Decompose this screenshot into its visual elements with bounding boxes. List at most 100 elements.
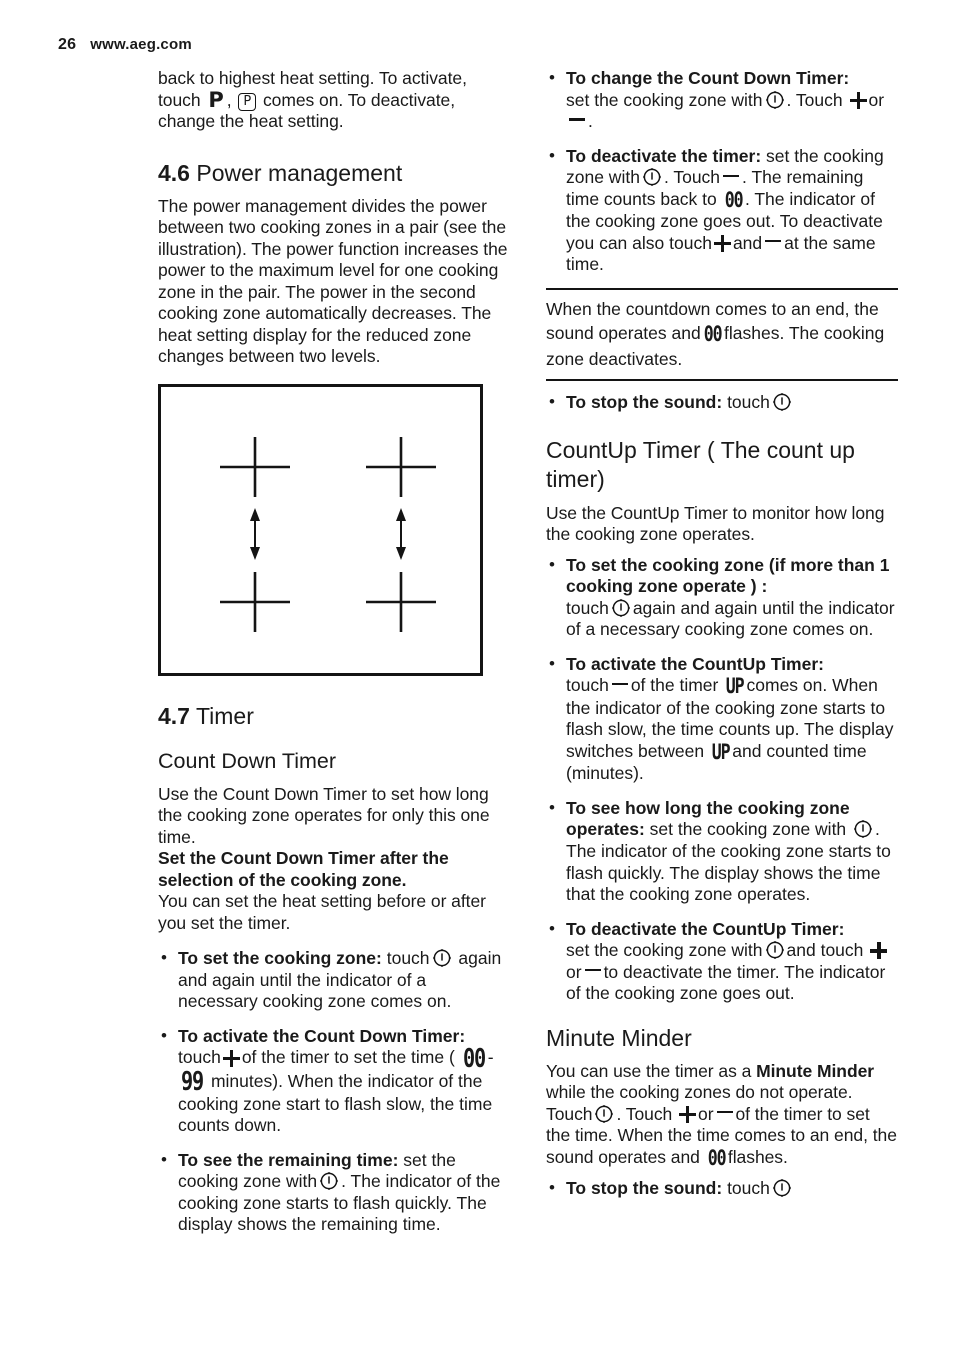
left-column: back to highest heat setting. To activat…: [158, 68, 510, 1236]
bullet-set-cooking-zone-multi: To set the cooking zone (if more than 1 …: [546, 554, 898, 641]
timer-clock-icon: [642, 167, 662, 187]
section-title-4-7: Timer: [195, 702, 254, 729]
bullet-text-2: of the timer: [630, 675, 719, 696]
timer-clock-icon: [765, 90, 785, 110]
timer-clock-icon: [432, 948, 452, 968]
website-url: www.aeg.com: [90, 36, 192, 53]
display-value-zero: 00: [703, 321, 722, 347]
page-header: 26 www.aeg.com: [58, 36, 192, 54]
minute-minder-heading: Minute Minder: [546, 1024, 692, 1051]
bullet-text-5: and: [732, 232, 763, 253]
power-management-paragraph: The power management divides the power b…: [158, 195, 508, 367]
timer-clock-icon: [594, 1104, 614, 1124]
display-value-to: 99: [180, 1067, 204, 1098]
count-up-timer-intro: Use the CountUp Timer to monitor how lon…: [546, 502, 885, 545]
continued-text-part3: comes on. To deactivate, change the heat…: [158, 89, 456, 132]
mm-text-3: . Touch: [616, 1103, 673, 1124]
bullet-label: To see the remaining time:: [178, 1149, 399, 1170]
timer-clock-icon: [853, 819, 873, 839]
power-p-boxed-display-icon: P: [238, 93, 257, 112]
count-up-timer-bullet-list: To set the cooking zone (if more than 1 …: [546, 554, 898, 1005]
bullet-stop-the-sound: To stop the sound: touch: [546, 391, 898, 414]
section-heading-4-7: 4.7 Timer: [158, 702, 510, 730]
display-value-up-2: UP: [711, 740, 731, 765]
bullet-text-1: touch: [566, 597, 609, 618]
bullet-label: To set the cooking zone (if more than 1 …: [566, 554, 890, 597]
section-title-4-6: Power management: [196, 159, 403, 186]
minus-icon: [716, 1105, 733, 1119]
bullet-set-cooking-zone: To set the cooking zone: touch again and…: [158, 947, 510, 1013]
bullet-label: To set the cooking zone:: [178, 948, 382, 969]
count-down-continued-bullet-list: To change the Count Down Timer: set the …: [546, 67, 898, 276]
bullet-text-3: minutes). When the indicator of the cook…: [178, 1070, 493, 1136]
diagram-svg: [220, 436, 436, 632]
minus-icon: [723, 169, 740, 183]
bullet-text-1: set the cooking zone with: [649, 819, 847, 840]
bullet-text-3: or: [566, 961, 582, 982]
mm-text-6: flashes.: [727, 1146, 788, 1167]
count-down-timer-intro: Use the Count Down Timer to set how long…: [158, 783, 490, 847]
right-column: To change the Count Down Timer: set the …: [546, 67, 898, 1200]
timer-clock-icon: [319, 1171, 339, 1191]
bullet-label: To deactivate the timer:: [566, 145, 762, 166]
bullet-text-1: set the cooking zone with: [566, 940, 763, 961]
timer-clock-icon: [611, 598, 631, 618]
bullet-activate-count-down-timer: To activate the Count Down Timer: toucho…: [158, 1025, 510, 1137]
bullet-text: touch: [727, 392, 770, 413]
note-box-text: When the countdown comes to an end, the …: [546, 297, 898, 371]
bullet-deactivate-timer: To deactivate the timer: set the cooking…: [546, 145, 898, 276]
bullet-see-how-long-operates: To see how long the cooking zone operate…: [546, 797, 898, 906]
continued-paragraph: back to highest heat setting. To activat…: [158, 68, 510, 133]
bullet-text-4: .: [588, 111, 593, 132]
bullet-label: To stop the sound:: [566, 392, 723, 413]
bullet-change-count-down-timer: To change the Count Down Timer: set the …: [546, 67, 898, 133]
bullet-text: touch: [727, 1178, 770, 1199]
power-p-symbol-icon: P: [208, 88, 224, 113]
display-value-up: UP: [726, 674, 745, 700]
bullet-text-1: touch: [178, 1047, 221, 1068]
count-down-timer-heading: Count Down Timer: [158, 748, 337, 773]
bullet-deactivate-count-up-timer: To deactivate the CountUp Timer: set the…: [546, 918, 898, 1005]
section-number-4-6: 4.6: [158, 159, 190, 186]
bullet-text-1: touch: [566, 675, 609, 696]
bullet-text-2: . Touch: [663, 167, 721, 188]
timer-clock-icon: [765, 940, 785, 960]
timer-clock-icon: [772, 1178, 792, 1198]
bullet-label: To change the Count Down Timer:: [566, 68, 850, 88]
display-value-zero: 00: [707, 1146, 726, 1171]
bullet-see-remaining-time: To see the remaining time: set the cooki…: [158, 1149, 510, 1236]
bullet-label: To deactivate the CountUp Timer:: [566, 918, 845, 939]
continued-text-part2: ,: [226, 89, 232, 110]
timer-clock-icon: [772, 392, 792, 412]
minus-icon: [765, 234, 782, 248]
bullet-text-3: or: [868, 89, 885, 110]
mm-text-4: or: [698, 1103, 714, 1124]
bullet-label: To stop the sound:: [566, 1178, 723, 1199]
minus-icon: [611, 677, 628, 691]
plus-icon: [222, 1049, 240, 1067]
cooking-zone-pair-diagram: [158, 383, 483, 676]
bullet-label: To activate the Count Down Timer:: [178, 1025, 466, 1046]
count-down-timer-bullet-list: To set the cooking zone: touch again and…: [158, 947, 510, 1236]
plus-icon: [679, 1106, 697, 1124]
bullet-text-4: to deactivate the timer. The indicator o…: [566, 961, 886, 1004]
minute-minder-paragraph: You can use the timer as a Minute Minder…: [546, 1060, 898, 1171]
count-down-timer-bold-note: Set the Count Down Timer after the selec…: [158, 848, 449, 890]
plus-icon: [713, 235, 731, 253]
page-number: 26: [58, 36, 77, 53]
display-value-from: 00: [462, 1044, 486, 1075]
display-value-zero: 00: [724, 187, 743, 213]
plus-icon: [849, 91, 867, 109]
bullet-text-1: set the cooking zone with: [566, 89, 763, 110]
countdown-note-box: When the countdown comes to an end, the …: [546, 287, 898, 381]
bullet-text-before: touch: [386, 948, 430, 969]
section-number-4-7: 4.7: [158, 702, 190, 729]
plus-icon: [870, 942, 888, 960]
bullet-label: To activate the CountUp Timer:: [566, 653, 824, 674]
count-down-timer-after-note: You can set the heat setting before or a…: [158, 891, 486, 933]
count-up-timer-heading: CountUp Timer ( The count up timer): [546, 436, 855, 492]
bullet-stop-the-sound: To stop the sound: touch: [546, 1178, 898, 1200]
minus-icon: [569, 112, 585, 126]
bullet-text-2: and touch: [786, 940, 864, 961]
mm-text-1: You can use the timer as a: [546, 1060, 752, 1081]
